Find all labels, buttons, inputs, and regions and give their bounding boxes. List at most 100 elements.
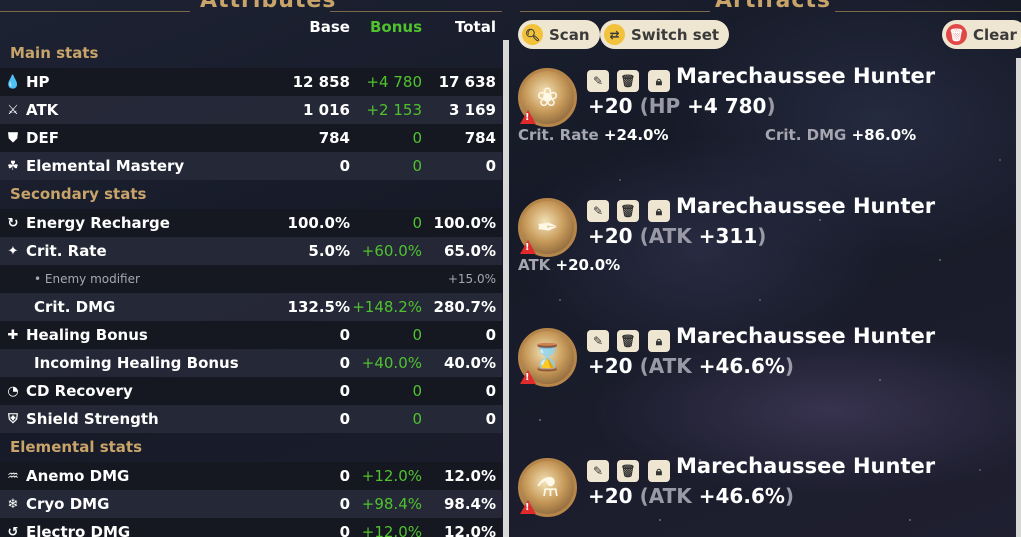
section-elemental-stats: Elemental stats	[10, 438, 143, 456]
clear-button[interactable]: 🗑︎ Clear	[942, 20, 1021, 49]
stat-label: Healing Bonus	[26, 326, 148, 344]
delete-button[interactable]: 🗑︎	[617, 200, 639, 222]
artifact-card: ⚗ ! ✎ 🗑︎ 🔒︎ Marechaussee Hunter +20 (ATK…	[518, 454, 1013, 537]
stat-label: Electro DMG	[26, 523, 131, 537]
healing-bonus-icon: ✚	[7, 327, 19, 343]
stat-row-enemy-modifier: • Enemy modifier +15.0%	[0, 265, 502, 293]
stat-row-crit-rate: ✦ Crit. Rate 5.0% +60.0% 65.0%	[0, 237, 502, 265]
title-rule	[520, 11, 710, 12]
stat-total: 98.4%	[443, 495, 496, 513]
stat-base: 12 858	[292, 73, 350, 91]
artifact-card: ⌛ ! ✎ 🗑︎ 🔒︎ Marechaussee Hunter +20 (ATK…	[518, 324, 1013, 424]
hp-icon: 💧	[4, 74, 22, 90]
stat-row-def: ⛊ DEF 784 0 784	[0, 124, 502, 152]
stat-label: Anemo DMG	[26, 467, 130, 485]
stat-total: 0	[485, 382, 496, 400]
artifact-level: +20	[588, 94, 633, 118]
substat-value: +86.0%	[851, 126, 917, 144]
stat-bonus: 0	[412, 410, 422, 428]
edit-button[interactable]: ✎	[587, 460, 609, 482]
main-stat-value: +46.6%	[698, 484, 785, 508]
substat-value: +20.0%	[555, 256, 621, 274]
stat-total: 100.0%	[433, 214, 496, 232]
lock-button[interactable]: 🔒︎	[648, 330, 670, 352]
section-main-stats: Main stats	[10, 44, 99, 62]
delete-button[interactable]: 🗑︎	[617, 70, 639, 92]
cryo-icon: ❄	[7, 496, 19, 512]
stat-total: 40.0%	[443, 354, 496, 372]
delete-button[interactable]: 🗑︎	[617, 330, 639, 352]
edit-button[interactable]: ✎	[587, 70, 609, 92]
stat-bonus: +40.0%	[361, 354, 422, 372]
artifact-name: Marechaussee Hunter	[676, 454, 936, 478]
stat-label: Crit. DMG	[34, 298, 116, 316]
artifact-main-stat: +20 (ATK +46.6%)	[588, 484, 794, 508]
stat-total: 12.0%	[443, 467, 496, 485]
edit-button[interactable]: ✎	[587, 200, 609, 222]
scan-label: Scan	[549, 25, 590, 44]
delete-button[interactable]: 🗑︎	[617, 460, 639, 482]
stat-bonus: +98.4%	[361, 495, 422, 513]
stat-row-energy-recharge: ↻ Energy Recharge 100.0% 0 100.0%	[0, 209, 502, 237]
stat-label: CD Recovery	[26, 382, 133, 400]
artifacts-title: Artifacts	[715, 0, 832, 13]
stat-label: Shield Strength	[26, 410, 159, 428]
stat-bonus: +148.2%	[352, 298, 422, 316]
artifact-card: ❀ ! ✎ 🗑︎ 🔒︎ Marechaussee Hunter +20 (HP …	[518, 64, 1013, 164]
paren: )	[766, 94, 776, 118]
stat-row-elemental-mastery: ☘ Elemental Mastery 0 0 0	[0, 152, 502, 180]
elemental-mastery-icon: ☘	[7, 158, 19, 174]
paren: (	[639, 484, 649, 508]
artifacts-scrollbar[interactable]	[1016, 58, 1021, 537]
scan-button[interactable]: 🔍︎ Scan	[518, 20, 600, 49]
stat-total: +15.0%	[447, 272, 496, 286]
stat-base: 0	[339, 157, 350, 175]
warning-mark: !	[525, 112, 530, 123]
lock-button[interactable]: 🔒︎	[648, 200, 670, 222]
stat-total: 280.7%	[433, 298, 496, 316]
paren: )	[757, 224, 767, 248]
stat-row-shield-strength: ⛨ Shield Strength 0 0 0	[0, 405, 502, 433]
artifact-main-stat: +20 (ATK +46.6%)	[588, 354, 794, 378]
main-stat-name: ATK	[648, 484, 692, 508]
section-secondary-stats: Secondary stats	[10, 185, 147, 203]
trash-icon: 🗑︎	[946, 24, 967, 45]
switch-set-button[interactable]: ⇄ Switch set	[600, 20, 730, 49]
edit-button[interactable]: ✎	[587, 330, 609, 352]
artifact-card: ✒ ! ✎ 🗑︎ 🔒︎ Marechaussee Hunter +20 (ATK…	[518, 194, 1013, 294]
stat-row-cd-recovery: ◔ CD Recovery 0 0 0	[0, 377, 502, 405]
column-header-total: Total	[455, 18, 496, 36]
stat-base: 0	[339, 523, 350, 537]
stat-base: 784	[318, 129, 350, 147]
stat-row-hp: 💧 HP 12 858 +4 780 17 638	[0, 68, 502, 96]
main-stat-name: ATK	[648, 224, 692, 248]
panel-scrollbar[interactable]	[503, 40, 509, 537]
stat-label: Crit. Rate	[26, 242, 107, 260]
substat-name: Crit. DMG	[765, 126, 847, 144]
artifact-name: Marechaussee Hunter	[676, 194, 936, 218]
artifact-substat: Crit. Rate +24.0%	[518, 126, 669, 144]
stat-base: 1 016	[303, 101, 350, 119]
stat-base: 0	[339, 495, 350, 513]
main-stat-name: ATK	[648, 354, 692, 378]
crit-rate-icon: ✦	[7, 243, 19, 259]
paren: (	[639, 224, 649, 248]
paren: )	[784, 354, 795, 378]
stat-base: 5.0%	[308, 242, 350, 260]
lock-button[interactable]: 🔒︎	[648, 70, 670, 92]
electro-icon: ↺	[7, 524, 19, 537]
stat-label: ATK	[26, 101, 59, 119]
stat-total: 3 169	[449, 101, 496, 119]
stat-row-atk: ⚔ ATK 1 016 +2 153 3 169	[0, 96, 502, 124]
stat-label: Cryo DMG	[26, 495, 110, 513]
stat-total: 65.0%	[443, 242, 496, 260]
stat-row-electro-dmg: ↺ Electro DMG 0 +12.0% 12.0%	[0, 518, 502, 537]
stat-base: 0	[339, 467, 350, 485]
stat-bonus: +2 153	[366, 101, 422, 119]
stat-bonus: +12.0%	[361, 523, 422, 537]
column-header-bonus: Bonus	[369, 18, 422, 36]
lock-button[interactable]: 🔒︎	[648, 460, 670, 482]
stat-total: 12.0%	[443, 523, 496, 537]
stat-total: 0	[485, 410, 496, 428]
stat-bonus: 0	[412, 382, 422, 400]
